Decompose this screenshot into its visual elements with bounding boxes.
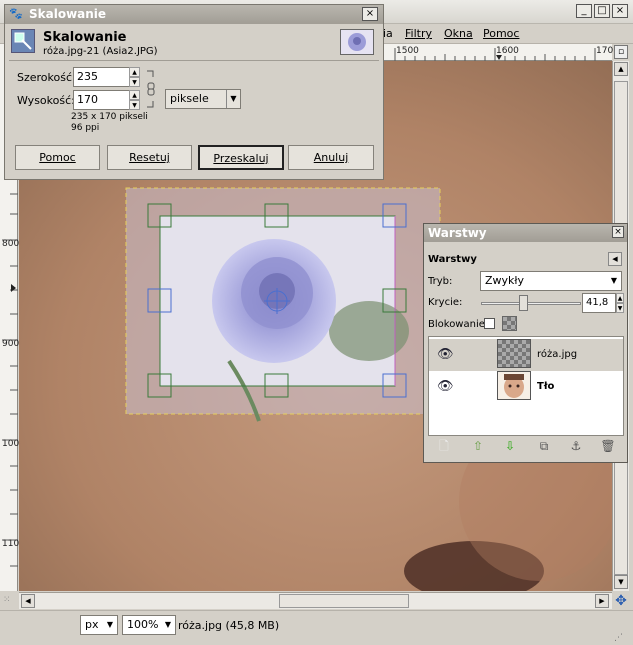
width-label: Szerokość: [17, 71, 76, 84]
minimize-button[interactable]: _ [576, 4, 592, 18]
reset-button[interactable]: Resetuj [107, 145, 192, 170]
chevron-down-icon: ▼ [226, 90, 240, 108]
height-input[interactable]: 170 [73, 90, 131, 110]
zoom-select[interactable]: 100% ▼ [122, 615, 176, 635]
height-spinner[interactable]: ▲ ▼ [129, 90, 140, 110]
lock-alpha-icon[interactable] [502, 316, 517, 331]
chevron-down-icon: ▼ [164, 620, 172, 629]
layer-thumbnail [497, 339, 531, 368]
scale-icon [11, 29, 35, 53]
close-window-button[interactable]: × [612, 4, 628, 18]
unit-dropdown-value: piksele [170, 92, 209, 105]
size-info: 235 x 170 pikseli [71, 112, 148, 122]
dock-close-button[interactable]: × [612, 226, 624, 238]
separator [9, 60, 379, 61]
layers-toolbar: 🗋 ⇧ ⇩ ⧉ ⚓ 🗑 [428, 436, 624, 458]
chevron-down-icon: ▼ [106, 620, 114, 629]
ruler-label: 1000 [2, 439, 25, 449]
tab-menu-button[interactable]: ◀ [608, 252, 622, 266]
statusbar: px ▼ 100% ▼ róża.jpg (45,8 MB) ⋰ [0, 610, 633, 645]
layer-name[interactable]: Tło [537, 381, 554, 392]
gimp-logo-icon: 🐾 [9, 7, 23, 20]
scroll-up-button[interactable]: ▲ [614, 62, 628, 76]
menu-item-help[interactable]: Pomoc [483, 27, 519, 40]
opacity-slider[interactable] [481, 294, 581, 312]
opacity-input[interactable]: 41,8 [582, 293, 616, 313]
resize-grip[interactable]: ⋰ [614, 633, 623, 643]
dock-titlebar[interactable]: Warstwy × [424, 224, 627, 242]
dialog-close-button[interactable]: × [362, 7, 378, 21]
scale-button[interactable]: Przeskaluj [198, 145, 284, 170]
dialog-heading: Skalowanie [43, 30, 127, 45]
new-layer-icon[interactable]: 🗋 [436, 438, 452, 454]
duplicate-layer-icon[interactable]: ⧉ [536, 438, 552, 454]
scroll-left-button[interactable]: ◀ [21, 594, 35, 608]
dialog-titlebar[interactable]: 🐾 Skalowanie × [5, 5, 383, 24]
lock-label: Blokowanie: [428, 319, 489, 330]
layers-list[interactable]: 👁 róża.jpg 👁 Tło [428, 336, 624, 436]
layers-dock: Warstwy × Warstwy ◀ Tryb: Zwykły ▼ Kryci… [423, 223, 628, 463]
opacity-label: Krycie: [428, 297, 463, 308]
ruler-label: 800 [2, 239, 20, 249]
eye-icon[interactable]: 👁 [437, 347, 454, 362]
scale-dialog: 🐾 Skalowanie × Skalowanie róża.jpg-21 (A… [4, 4, 384, 180]
unit-value: px [85, 618, 99, 631]
tab-layers[interactable]: Warstwy [428, 254, 477, 265]
status-info: róża.jpg (45,8 MB) [178, 619, 280, 632]
navigate-icon[interactable]: ⁙ [3, 595, 17, 607]
dialog-subtitle: róża.jpg-21 (Asia2.JPG) [43, 46, 158, 57]
height-label: Wysokość: [17, 94, 75, 107]
ruler-label: 1500 [396, 46, 419, 56]
menu-item-image[interactable]: ia [383, 27, 393, 40]
opacity-track [481, 302, 581, 305]
unit-dropdown[interactable]: piksele ▼ [165, 89, 241, 109]
lock-checkbox[interactable] [484, 318, 495, 329]
ruler-label: 900 [2, 339, 20, 349]
cancel-button[interactable]: Anuluj [288, 145, 374, 170]
layer-name[interactable]: róża.jpg [537, 349, 577, 360]
mode-value: Zwykły [485, 274, 525, 287]
help-button[interactable]: Pomoc [15, 145, 100, 170]
scroll-down-button[interactable]: ▼ [614, 575, 628, 589]
zoom-value: 100% [127, 618, 159, 631]
opacity-thumb[interactable] [519, 295, 528, 311]
ruler-label: 1600 [496, 46, 519, 56]
raise-layer-icon[interactable]: ⇧ [470, 438, 486, 454]
menu-item-windows[interactable]: Okna [444, 27, 473, 40]
unit-select[interactable]: px ▼ [80, 615, 118, 635]
opacity-spinner[interactable]: ▲ ▼ [616, 293, 624, 313]
eye-icon[interactable]: 👁 [437, 379, 454, 394]
quick-mask-toggle[interactable]: ▫ [614, 45, 628, 59]
layer-row-selected[interactable]: 👁 róża.jpg [429, 339, 623, 371]
layer-row[interactable]: 👁 Tło [429, 371, 623, 403]
width-input[interactable]: 235 [73, 67, 131, 87]
lower-layer-icon[interactable]: ⇩ [502, 438, 518, 454]
ppi-info: 96 ppi [71, 123, 100, 133]
delete-layer-icon[interactable]: 🗑 [600, 438, 616, 454]
image-thumbnail [340, 29, 374, 55]
maximize-button[interactable]: □ [594, 4, 610, 18]
mode-select[interactable]: Zwykły ▼ [480, 271, 622, 291]
menu-item-filters[interactable]: Filtry [405, 27, 432, 40]
chain-link-icon[interactable] [145, 69, 157, 109]
dialog-title: Skalowanie [29, 7, 107, 21]
ruler-label: 1100 [2, 539, 25, 549]
scroll-right-button[interactable]: ▶ [595, 594, 609, 608]
ruler-label: 170 [596, 46, 614, 56]
hscroll-thumb[interactable] [279, 594, 409, 608]
width-spinner[interactable]: ▲ ▼ [129, 67, 140, 87]
chevron-down-icon: ▼ [610, 276, 618, 285]
mode-label: Tryb: [428, 276, 453, 287]
navigation-icon[interactable]: ✥ [613, 593, 629, 609]
horizontal-scrollbar[interactable]: ⁙ ◀ ▶ [3, 592, 612, 609]
anchor-layer-icon[interactable]: ⚓ [568, 438, 584, 454]
dock-title: Warstwy [428, 226, 487, 240]
layer-thumbnail [497, 371, 531, 400]
